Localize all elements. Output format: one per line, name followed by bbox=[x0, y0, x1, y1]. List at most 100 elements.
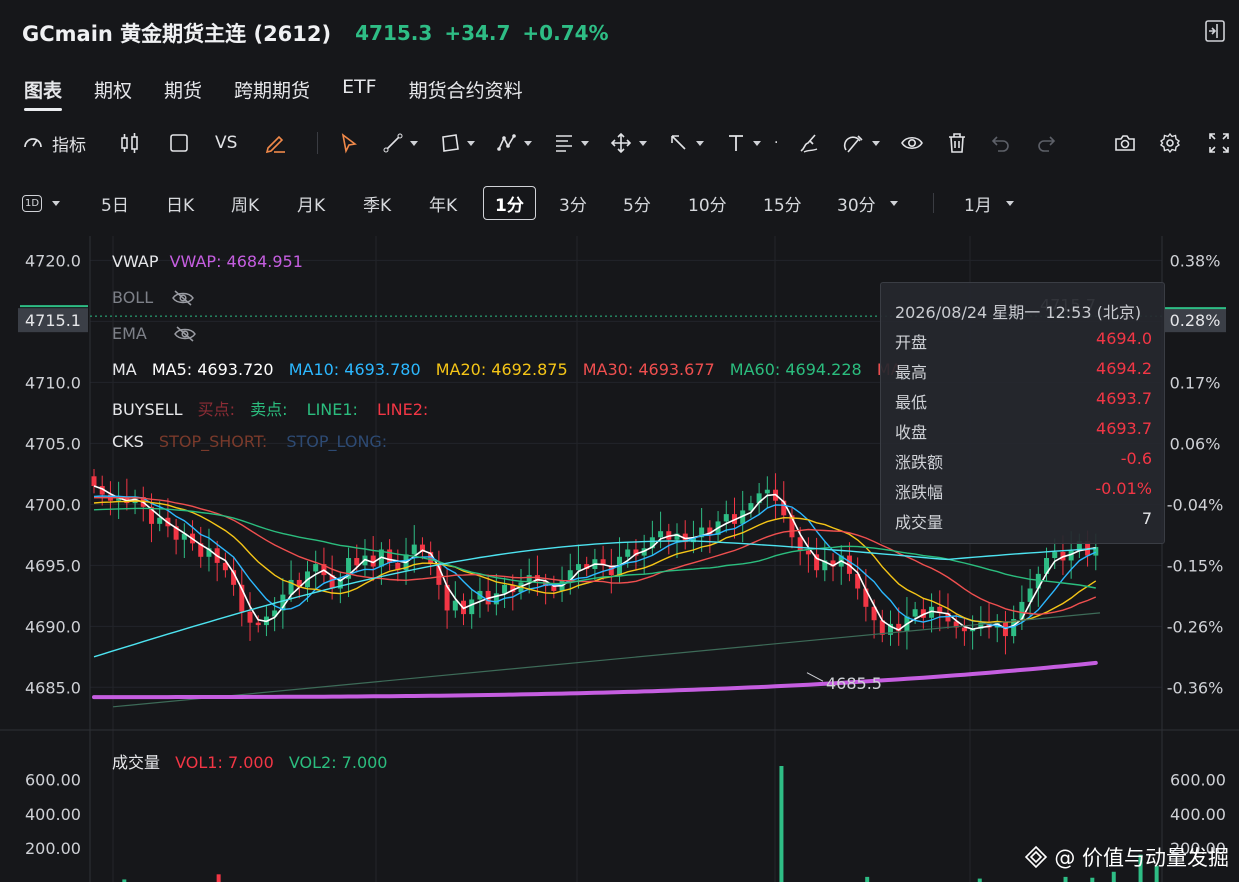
period-1min[interactable]: 1分 bbox=[483, 186, 536, 220]
fullscreen-icon[interactable] bbox=[1208, 128, 1230, 158]
eye-off-icon[interactable] bbox=[171, 289, 195, 307]
period-yearly[interactable]: 年K bbox=[429, 186, 457, 220]
redo-icon[interactable] bbox=[1035, 128, 1057, 158]
range-dropdown[interactable]: 1月 bbox=[964, 186, 1014, 220]
tooltip-key: 涨跌幅 bbox=[895, 483, 944, 502]
tab-contract-info[interactable]: 期货合约资料 bbox=[409, 76, 523, 111]
eye-off-icon[interactable] bbox=[173, 325, 197, 343]
instrument-title: GCmain 黄金期货主连 (2612) bbox=[22, 22, 332, 46]
measure-icon[interactable] bbox=[609, 128, 647, 158]
tooltip-row-low: 最低 4693.7 bbox=[895, 389, 1152, 412]
trash-icon[interactable] bbox=[946, 128, 968, 158]
pct-tick-label: 0.17% bbox=[1170, 373, 1221, 392]
period-monthly[interactable]: 月K bbox=[297, 186, 325, 220]
tooltip-key: 最低 bbox=[895, 393, 928, 412]
period-30min[interactable]: 30分 bbox=[837, 186, 898, 220]
tooltip-key: 涨跌额 bbox=[895, 453, 944, 472]
tab-calendar-spread[interactable]: 跨期期货 bbox=[234, 76, 310, 111]
period-10min[interactable]: 10分 bbox=[688, 186, 727, 220]
camera-icon[interactable] bbox=[1114, 128, 1136, 158]
tab-chart[interactable]: 图表 bbox=[24, 76, 63, 111]
undo-icon[interactable] bbox=[990, 128, 1012, 158]
pct-tick-label: -0.04% bbox=[1167, 495, 1224, 514]
candle-body bbox=[764, 489, 770, 494]
vwap-name: VWAP bbox=[112, 252, 159, 271]
pencil-icon[interactable] bbox=[264, 128, 288, 158]
period-15min[interactable]: 15分 bbox=[763, 186, 802, 220]
tooltip-value: -0.6 bbox=[1120, 449, 1152, 468]
cks-legend: CKS STOP_SHORT: STOP_LONG: bbox=[112, 432, 387, 451]
ema-name: EMA bbox=[112, 324, 147, 343]
buy-point: 买点: bbox=[197, 400, 236, 419]
indicators-button[interactable]: 指标 bbox=[22, 128, 86, 158]
candle-body bbox=[91, 476, 97, 487]
price-change-percent: +0.74% bbox=[522, 21, 609, 45]
cks-name: CKS bbox=[112, 432, 144, 451]
exit-fullscreen-icon[interactable] bbox=[1205, 20, 1225, 42]
range-label: 1月 bbox=[964, 195, 992, 216]
tab-futures[interactable]: 期货 bbox=[164, 76, 202, 111]
square-icon[interactable] bbox=[168, 128, 190, 158]
period-5d[interactable]: 5日 bbox=[101, 186, 129, 220]
tooltip-value: 4694.2 bbox=[1096, 359, 1152, 378]
interval-dropdown[interactable]: 1D bbox=[22, 186, 61, 220]
price-tick-label: 4695.0 bbox=[25, 556, 81, 575]
period-selector: 1D 5日 日K 周K 月K 季K 年K 1分 3分 5分 10分 15分 30… bbox=[22, 186, 1032, 220]
candle-body bbox=[157, 517, 163, 524]
period-quarterly[interactable]: 季K bbox=[363, 186, 391, 220]
stop-long: STOP_LONG: bbox=[286, 432, 388, 451]
dot-separator: · bbox=[774, 135, 779, 151]
text-tool-icon[interactable] bbox=[725, 128, 761, 158]
instrument-header: GCmain 黄金期货主连 (2612) 4715.3 +34.7 +0.74% bbox=[22, 18, 609, 48]
shape-icon[interactable] bbox=[439, 128, 475, 158]
current-price-label: 4715.1 bbox=[25, 311, 81, 330]
period-5min[interactable]: 5分 bbox=[623, 186, 651, 220]
gauge-icon bbox=[24, 138, 42, 148]
eye-icon[interactable] bbox=[900, 128, 924, 158]
volume-name: 成交量 bbox=[112, 753, 161, 772]
tooltip-date: 2026/08/24 星期一 12:53 (北京) bbox=[895, 303, 1142, 322]
ma30-value: MA30: 4693.677 bbox=[582, 360, 715, 379]
candle-body bbox=[502, 584, 508, 594]
tab-options[interactable]: 期权 bbox=[94, 76, 132, 111]
vwap-legend: VWAP VWAP: 4684.951 bbox=[112, 252, 303, 271]
candle-body bbox=[469, 599, 475, 615]
diamond-logo-icon bbox=[1025, 845, 1048, 869]
magnet-icon[interactable] bbox=[842, 128, 880, 158]
volume-bar bbox=[865, 876, 870, 882]
price-tick-label: 4700.0 bbox=[25, 495, 81, 514]
tooltip-key: 收盘 bbox=[895, 423, 928, 442]
boll-legend: BOLL bbox=[112, 288, 195, 307]
gear-icon[interactable] bbox=[1159, 128, 1181, 158]
compare-button[interactable]: VS bbox=[215, 128, 237, 158]
volume-tick-label-right: 400.00 bbox=[1170, 805, 1226, 824]
pct-tick-label: -0.36% bbox=[1167, 678, 1224, 697]
price-change: +34.7 bbox=[444, 21, 511, 45]
candle-body bbox=[452, 600, 458, 611]
tab-etf[interactable]: ETF bbox=[342, 76, 377, 111]
vwap-value: VWAP: 4684.951 bbox=[169, 252, 303, 271]
period-daily[interactable]: 日K bbox=[166, 186, 194, 220]
tooltip-row-close: 收盘 4693.7 bbox=[895, 419, 1152, 442]
tooltip-key: 开盘 bbox=[895, 333, 928, 352]
vwap-line bbox=[92, 660, 1098, 700]
volume-tick-label: 200.00 bbox=[25, 839, 81, 858]
main-tabs: 图表 期权 期货 跨期期货 ETF 期货合约资料 bbox=[24, 76, 523, 111]
line1: LINE1: bbox=[306, 400, 358, 419]
period-weekly[interactable]: 周K bbox=[231, 186, 259, 220]
pattern-icon[interactable] bbox=[496, 128, 532, 158]
cursor-icon[interactable] bbox=[338, 128, 360, 158]
arrow-icon[interactable] bbox=[668, 128, 704, 158]
tooltip-key: 成交量 bbox=[895, 513, 944, 532]
brush-icon[interactable] bbox=[798, 128, 820, 158]
period-3min[interactable]: 3分 bbox=[559, 186, 587, 220]
volume-bar bbox=[216, 874, 221, 882]
fibonacci-icon[interactable] bbox=[553, 128, 589, 158]
tooltip-row-change: 涨跌额 -0.6 bbox=[895, 449, 1152, 472]
tooltip-value: 7 bbox=[1141, 509, 1152, 528]
candle-type-icon[interactable] bbox=[119, 128, 141, 158]
trendline-icon[interactable] bbox=[382, 128, 418, 158]
candle-body bbox=[658, 531, 664, 538]
pct-tick-label: 0.06% bbox=[1170, 434, 1221, 453]
sell-point: 卖点: bbox=[250, 400, 288, 419]
